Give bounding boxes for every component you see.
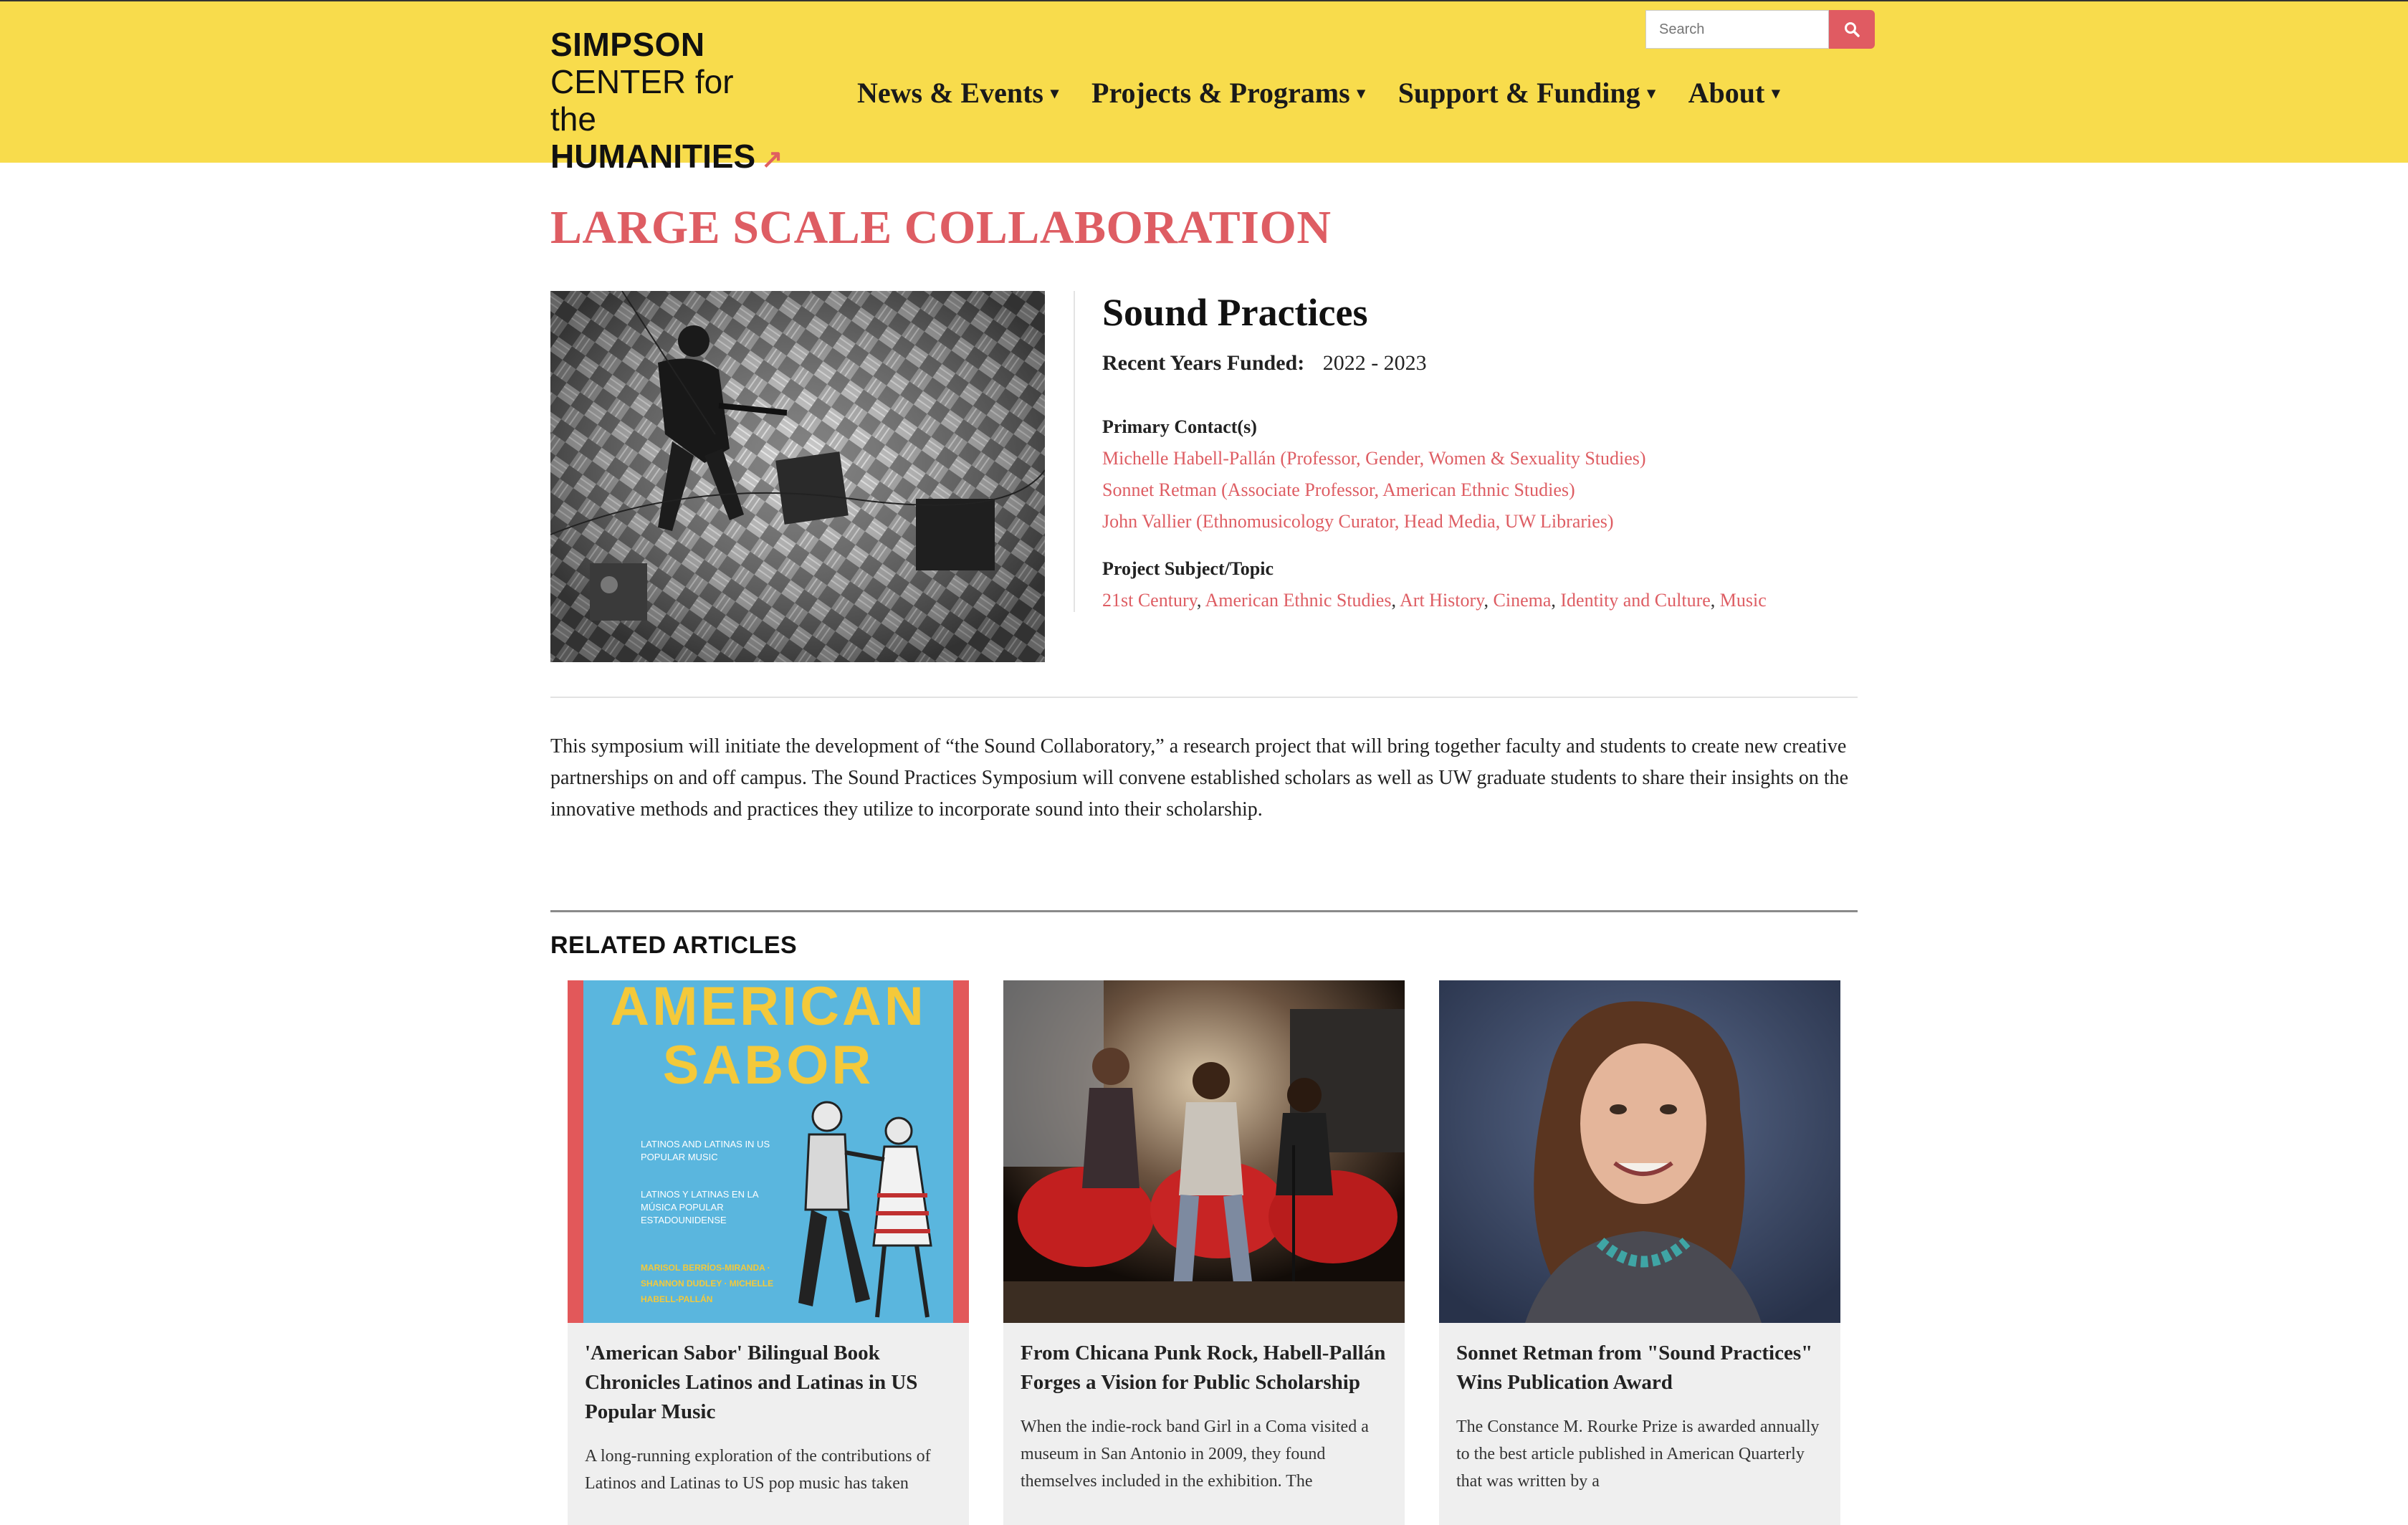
- related-articles-heading: RELATED ARTICLES: [550, 932, 798, 959]
- dancers-illustration: [798, 1101, 932, 1318]
- nav-label: News & Events: [857, 77, 1043, 109]
- caret-down-icon: ▾: [1050, 83, 1059, 102]
- article-title[interactable]: Sonnet Retman from "Sound Practices" Win…: [1456, 1339, 1823, 1397]
- cover-subtitle-es: LATINOS Y LATINAS EN LA MÚSICA POPULAR E…: [641, 1189, 758, 1225]
- topic-link[interactable]: Art History: [1400, 590, 1484, 611]
- years-funded-label: Recent Years Funded:: [1102, 351, 1305, 375]
- article-excerpt: When the indie-rock band Girl in a Coma …: [1021, 1418, 1369, 1491]
- site-header: SIMPSON CENTER for the HUMANITIES ↗ News …: [0, 0, 2408, 175]
- project-image: [550, 291, 1045, 662]
- nav-label: Projects & Programs: [1091, 77, 1350, 109]
- article-card[interactable]: From Chicana Punk Rock, Habell-Pallán Fo…: [1003, 980, 1405, 1525]
- article-title[interactable]: From Chicana Punk Rock, Habell-Pallán Fo…: [1021, 1339, 1387, 1397]
- logo-line-3-text: HUMANITIES: [550, 138, 756, 175]
- logo-line-3: HUMANITIES ↗: [550, 138, 787, 178]
- search-button[interactable]: [1829, 10, 1875, 49]
- caret-down-icon: ▾: [1647, 83, 1656, 102]
- topic-link[interactable]: Identity and Culture: [1560, 590, 1710, 611]
- cover-title: AMERICAN SABOR: [610, 980, 927, 1096]
- article-excerpt: The Constance M. Rourke Prize is awarded…: [1456, 1418, 1820, 1491]
- related-articles-list: AMERICAN SABOR LATINOS AND LATINAS IN US…: [568, 980, 1840, 1525]
- search-form: [1645, 10, 1875, 49]
- caret-down-icon: ▾: [1772, 83, 1780, 102]
- topic-list: 21st Century, American Ethnic Studies, A…: [1102, 590, 1767, 611]
- nav-label: Support & Funding: [1398, 77, 1640, 109]
- site-logo[interactable]: SIMPSON CENTER for the HUMANITIES ↗: [550, 26, 787, 178]
- portrait-photo: [1439, 980, 1840, 1323]
- search-input[interactable]: [1645, 10, 1829, 49]
- band-photo: [1003, 980, 1405, 1323]
- nav-label: About: [1688, 77, 1765, 109]
- article-title[interactable]: 'American Sabor' Bilingual Book Chronicl…: [585, 1339, 952, 1427]
- topic-link[interactable]: Cinema: [1494, 590, 1552, 611]
- project-description: This symposium will initiate the develop…: [550, 735, 1849, 821]
- article-excerpt: A long-running exploration of the contri…: [585, 1447, 931, 1493]
- project-topic-label: Project Subject/Topic: [1102, 558, 1274, 579]
- topic-link[interactable]: Music: [1720, 590, 1767, 611]
- topic-link[interactable]: 21st Century: [1102, 590, 1197, 611]
- topic-link[interactable]: American Ethnic Studies: [1205, 590, 1392, 611]
- project-info: Sound Practices Recent Years Funded: 202…: [1102, 284, 1862, 616]
- contact-link[interactable]: Michelle Habell-Pallán (Professor, Gende…: [1102, 443, 1862, 474]
- nav-support-funding[interactable]: Support & Funding ▾: [1398, 76, 1656, 110]
- years-funded-value: 2022 - 2023: [1322, 351, 1427, 375]
- page-title: LARGE SCALE COLLABORATION: [550, 201, 1332, 254]
- article-card[interactable]: Sonnet Retman from "Sound Practices" Win…: [1439, 980, 1840, 1525]
- nav-about[interactable]: About ▾: [1688, 76, 1780, 110]
- contact-link[interactable]: Sonnet Retman (Associate Professor, Amer…: [1102, 474, 1862, 506]
- cover-subtitle: LATINOS AND LATINAS IN US POPULAR MUSIC: [641, 1139, 770, 1162]
- article-card[interactable]: AMERICAN SABOR LATINOS AND LATINAS IN US…: [568, 980, 969, 1525]
- search-icon: [1845, 22, 1860, 37]
- years-funded: Recent Years Funded: 2022 - 2023: [1102, 351, 1862, 376]
- cover-authors: MARISOL BERRÍOS-MIRANDA · SHANNON DUDLEY…: [641, 1263, 774, 1304]
- logo-line-1: SIMPSON: [550, 26, 705, 63]
- arrow-up-right-icon: ↗: [761, 143, 783, 173]
- book-cover-image: AMERICAN SABOR LATINOS AND LATINAS IN US…: [568, 980, 969, 1323]
- divider: [550, 910, 1858, 912]
- project-title: Sound Practices: [1102, 291, 1368, 334]
- primary-contacts-label: Primary Contact(s): [1102, 416, 1257, 437]
- caret-down-icon: ▾: [1357, 83, 1365, 102]
- logo-line-2: CENTER for the: [550, 63, 734, 138]
- contact-link[interactable]: John Vallier (Ethnomusicology Curator, H…: [1102, 506, 1862, 537]
- nav-projects-programs[interactable]: Projects & Programs ▾: [1091, 76, 1365, 110]
- divider-vertical: [1074, 291, 1075, 612]
- divider: [550, 697, 1858, 698]
- nav-news-events[interactable]: News & Events ▾: [857, 76, 1059, 110]
- main-nav: News & Events ▾ Projects & Programs ▾ Supp…: [857, 76, 1812, 110]
